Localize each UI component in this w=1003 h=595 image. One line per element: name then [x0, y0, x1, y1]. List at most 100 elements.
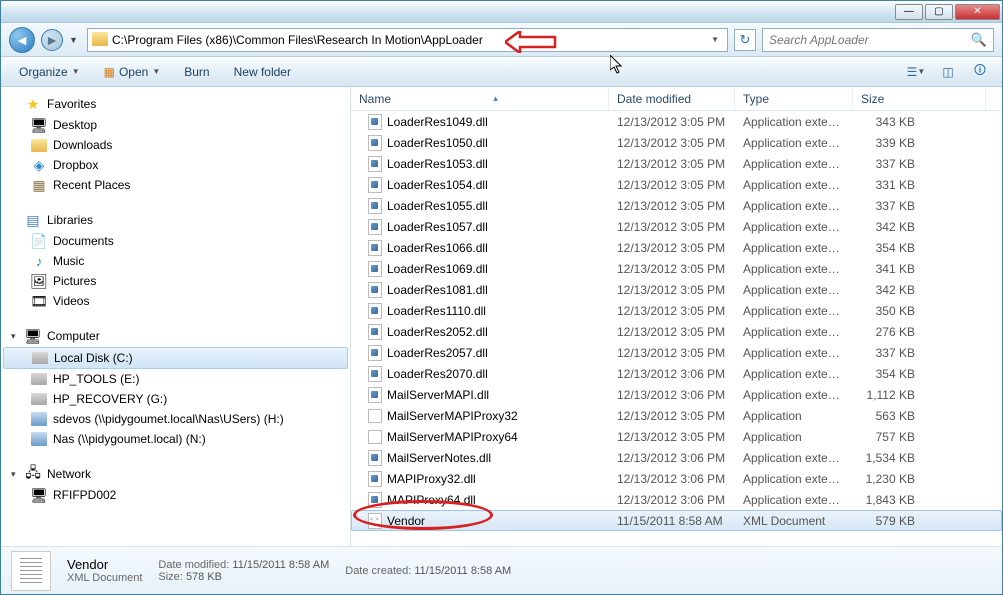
file-name-cell: LoaderRes1066.dll	[359, 240, 609, 256]
file-name-cell: MailServerMAPIProxy32	[359, 408, 609, 424]
file-type: XML Document	[735, 514, 853, 528]
search-icon[interactable]: 🔍	[971, 32, 987, 48]
search-box[interactable]: 🔍	[762, 28, 994, 52]
file-row[interactable]: LoaderRes1110.dll12/13/2012 3:05 PMAppli…	[351, 300, 1002, 321]
file-name-cell: LoaderRes1081.dll	[359, 282, 609, 298]
address-path-text[interactable]: C:\Program Files (x86)\Common Files\Rese…	[112, 33, 711, 47]
nav-desktop[interactable]: 🖥Desktop	[1, 115, 350, 135]
file-name: MailServerMAPIProxy64	[387, 430, 518, 444]
help-button[interactable]: 🛈	[966, 61, 994, 83]
new-folder-button[interactable]: New folder	[224, 62, 301, 82]
nav-recent[interactable]: ▦Recent Places	[1, 175, 350, 195]
address-bar[interactable]: C:\Program Files (x86)\Common Files\Rese…	[87, 28, 728, 52]
file-type: Application extens...	[735, 178, 853, 192]
file-row[interactable]: MailServerNotes.dll12/13/2012 3:06 PMApp…	[351, 447, 1002, 468]
nav-music[interactable]: ♪Music	[1, 251, 350, 271]
file-row[interactable]: LoaderRes1055.dll12/13/2012 3:05 PMAppli…	[351, 195, 1002, 216]
file-type: Application extens...	[735, 136, 853, 150]
navigation-pane[interactable]: ★Favorites 🖥Desktop Downloads ◈Dropbox ▦…	[1, 87, 351, 546]
file-name: LoaderRes1069.dll	[387, 262, 488, 276]
refresh-button[interactable]: ↻	[734, 29, 756, 51]
network-group[interactable]: ▾🖧Network	[1, 463, 350, 485]
nav-downloads[interactable]: Downloads	[1, 135, 350, 155]
file-type: Application extens...	[735, 304, 853, 318]
file-date: 12/13/2012 3:06 PM	[609, 367, 735, 381]
favorites-group[interactable]: ★Favorites	[1, 93, 350, 115]
nav-hp-tools[interactable]: HP_TOOLS (E:)	[1, 369, 350, 389]
file-date: 12/13/2012 3:05 PM	[609, 325, 735, 339]
details-date-created: 11/15/2011 8:58 AM	[414, 565, 511, 577]
file-size: 339 KB	[853, 136, 923, 150]
file-row[interactable]: MailServerMAPIProxy6412/13/2012 3:05 PMA…	[351, 426, 1002, 447]
open-button[interactable]: ▦ Open ▼	[94, 62, 171, 82]
file-date: 12/13/2012 3:05 PM	[609, 346, 735, 360]
file-type: Application	[735, 430, 853, 444]
file-name-cell: MailServerNotes.dll	[359, 450, 609, 466]
file-date: 12/13/2012 3:06 PM	[609, 388, 735, 402]
file-row[interactable]: MailServerMAPI.dll12/13/2012 3:06 PMAppl…	[351, 384, 1002, 405]
file-row[interactable]: LoaderRes1049.dll12/13/2012 3:05 PMAppli…	[351, 111, 1002, 132]
file-size: 1,112 KB	[853, 388, 923, 402]
nav-network-computer[interactable]: 🖥RFIFPD002	[1, 485, 350, 505]
file-size: 276 KB	[853, 325, 923, 339]
column-name[interactable]: Name▴	[351, 88, 609, 110]
file-name: LoaderRes2052.dll	[387, 325, 488, 339]
file-row[interactable]: LoaderRes1057.dll12/13/2012 3:05 PMAppli…	[351, 216, 1002, 237]
file-name: LoaderRes2070.dll	[387, 367, 488, 381]
file-row[interactable]: LoaderRes2057.dll12/13/2012 3:05 PMAppli…	[351, 342, 1002, 363]
nav-net-drive-n[interactable]: Nas (\\pidygoumet.local) (N:)	[1, 429, 350, 449]
file-list[interactable]: LoaderRes1049.dll12/13/2012 3:05 PMAppli…	[351, 111, 1002, 546]
computer-group[interactable]: ▾🖥Computer	[1, 325, 350, 347]
file-row[interactable]: LoaderRes2070.dll 12/13/2012 3:06 PMAppli…	[351, 363, 1002, 384]
back-button[interactable]: ◄	[9, 27, 35, 53]
preview-pane-button[interactable]: ◫	[934, 61, 962, 83]
file-name-cell: LoaderRes2052.dll	[359, 324, 609, 340]
file-name: MailServerMAPI.dll	[387, 388, 489, 402]
file-type: Application extens...	[735, 241, 853, 255]
nav-videos[interactable]: 🎞Videos	[1, 291, 350, 311]
search-input[interactable]	[769, 33, 971, 47]
file-row[interactable]: MailServerMAPIProxy3212/13/2012 3:05 PMA…	[351, 405, 1002, 426]
maximize-button[interactable]: ▢	[925, 4, 953, 20]
file-row[interactable]: LoaderRes1054.dll12/13/2012 3:05 PMAppli…	[351, 174, 1002, 195]
file-type: Application extens...	[735, 367, 853, 381]
address-dropdown-icon[interactable]: ▼	[711, 35, 719, 44]
minimize-button[interactable]: —	[895, 4, 923, 20]
file-row[interactable]: Vendor11/15/2011 8:58 AMXML Document579 …	[351, 510, 1002, 531]
file-name-cell: LoaderRes1110.dll	[359, 303, 609, 319]
close-button[interactable]: ✕	[955, 4, 1000, 20]
column-type[interactable]: Type	[735, 88, 853, 110]
file-size: 341 KB	[853, 262, 923, 276]
view-options-button[interactable]: ☰ ▼	[902, 61, 930, 83]
nav-local-disk-c[interactable]: Local Disk (C:)	[3, 347, 348, 369]
forward-button[interactable]: ►	[41, 29, 63, 51]
file-row[interactable]: LoaderRes1069.dll12/13/2012 3:05 PMAppli…	[351, 258, 1002, 279]
nav-documents[interactable]: 📄Documents	[1, 231, 350, 251]
file-row[interactable]: LoaderRes2052.dll12/13/2012 3:05 PMAppli…	[351, 321, 1002, 342]
nav-dropbox[interactable]: ◈Dropbox	[1, 155, 350, 175]
file-size: 337 KB	[853, 157, 923, 171]
file-type: Application extens...	[735, 262, 853, 276]
libraries-group[interactable]: ▤Libraries	[1, 209, 350, 231]
file-row[interactable]: MAPIProxy64.dll12/13/2012 3:06 PMApplica…	[351, 489, 1002, 510]
column-headers[interactable]: Name▴ Date modified Type Size	[351, 87, 1002, 111]
nav-pictures[interactable]: 🖼Pictures	[1, 271, 350, 291]
file-icon	[367, 156, 383, 172]
organize-button[interactable]: Organize ▼	[9, 62, 90, 82]
file-date: 12/13/2012 3:05 PM	[609, 304, 735, 318]
nav-net-drive-h[interactable]: sdevos (\\pidygoumet.local\Nas\USers) (H…	[1, 409, 350, 429]
column-size[interactable]: Size	[853, 88, 986, 110]
nav-history-dropdown[interactable]: ▼	[69, 35, 81, 45]
file-size: 343 KB	[853, 115, 923, 129]
file-row[interactable]: LoaderRes1081.dll12/13/2012 3:05 PMAppli…	[351, 279, 1002, 300]
nav-hp-recovery[interactable]: HP_RECOVERY (G:)	[1, 389, 350, 409]
burn-button[interactable]: Burn	[174, 62, 219, 82]
file-row[interactable]: LoaderRes1053.dll12/13/2012 3:05 PMAppli…	[351, 153, 1002, 174]
file-row[interactable]: LoaderRes1050.dll12/13/2012 3:05 PMAppli…	[351, 132, 1002, 153]
file-icon	[367, 135, 383, 151]
file-name: LoaderRes2057.dll	[387, 346, 488, 360]
column-date[interactable]: Date modified	[609, 88, 735, 110]
file-row[interactable]: LoaderRes1066.dll12/13/2012 3:05 PMAppli…	[351, 237, 1002, 258]
title-bar[interactable]: — ▢ ✕	[1, 1, 1002, 23]
file-row[interactable]: MAPIProxy32.dll12/13/2012 3:06 PMApplica…	[351, 468, 1002, 489]
